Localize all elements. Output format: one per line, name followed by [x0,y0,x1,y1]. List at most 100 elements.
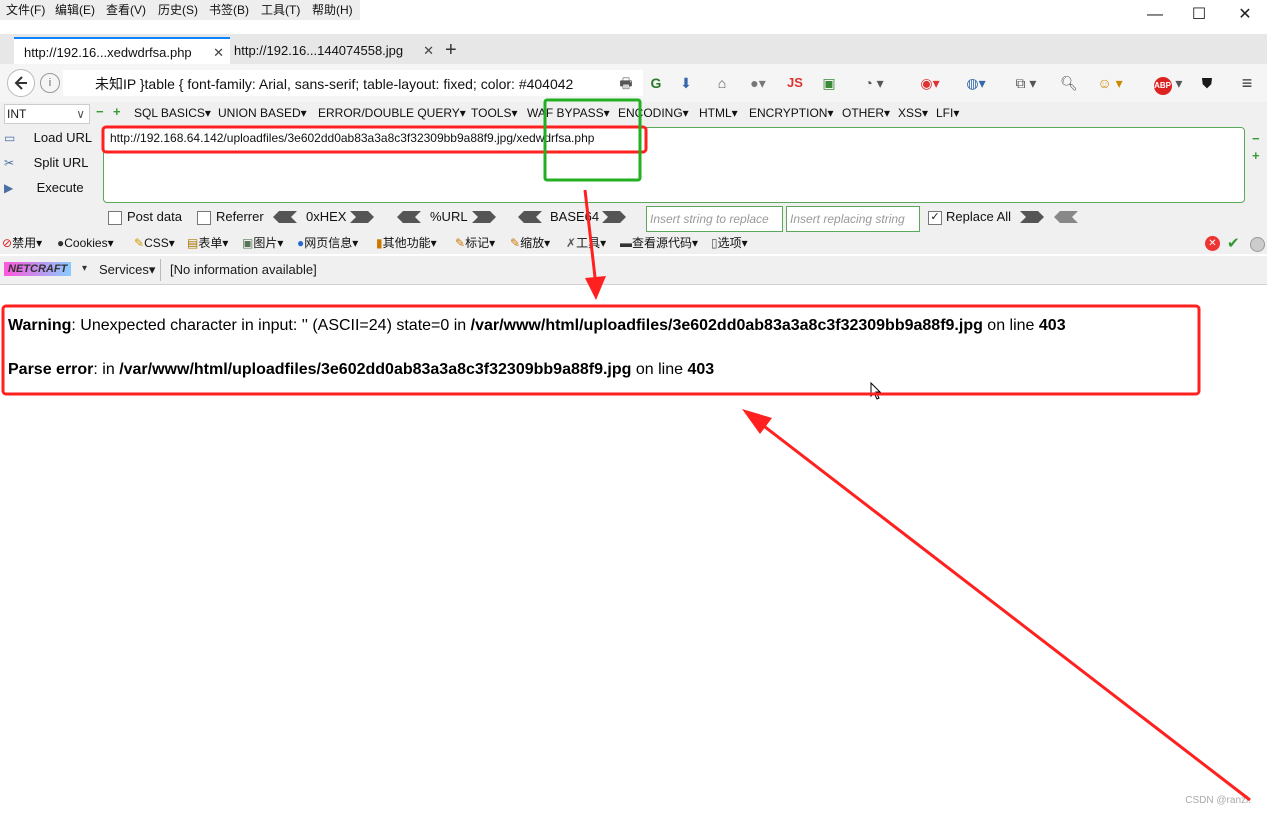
hamburger-menu-icon[interactable]: ≡ [1236,72,1258,94]
globe-icon[interactable]: ●▾ [744,72,772,94]
site-info-icon[interactable]: i [40,73,60,93]
target-icon[interactable]: ◉▾ [914,72,946,94]
referrer-checkbox[interactable] [197,211,211,225]
marker-icon: ✎ [455,236,466,250]
menu-history[interactable]: 历史(S) [158,0,198,20]
menu-waf-bypass[interactable]: WAF BYPASS▾ [527,104,610,122]
ruler-icon: ✎ [510,236,521,250]
gray-status-icon[interactable] [1250,237,1265,252]
wd-resize[interactable]: ✎缩放▾ [510,234,550,252]
netcraft-logo[interactable]: NETCRAFT [4,262,72,276]
wd-cookies[interactable]: ●Cookies▾ [57,234,114,252]
menu-bookmarks[interactable]: 书签(B) [209,0,249,20]
windows-icon[interactable]: ⧉ ▾ [1006,72,1046,94]
menu-file[interactable]: 文件(F) [6,0,45,20]
shield-icon[interactable]: ⛊ [1196,72,1218,94]
options-icon: ▯ [711,236,718,250]
menu-encryption[interactable]: ENCRYPTION▾ [749,104,833,122]
menu-sql-basics[interactable]: SQL BASICS▾ [134,104,211,122]
wd-outline[interactable]: ✎标记▾ [455,234,495,252]
back-button[interactable] [7,69,35,97]
shrink-textarea-icon[interactable]: − [1252,131,1260,146]
menu-edit[interactable]: 编辑(E) [55,0,95,20]
js-icon[interactable]: JS [784,72,806,94]
menu-view[interactable]: 查看(V) [106,0,146,20]
wd-tools[interactable]: ✗工具▾ [566,234,606,252]
watermark: CSDN @ranzi. [1185,795,1251,806]
grow-textarea-icon[interactable]: + [1252,148,1260,163]
tab-title: http://192.16...144074558.jpg [234,43,404,58]
picture-icon: ▣ [242,236,254,250]
execute-button[interactable]: ▶ Execute [4,177,84,199]
wd-disable-label: 禁用▾ [12,236,43,250]
post-data-checkbox[interactable] [108,211,122,225]
form-icon: ▤ [187,236,199,250]
menu-html[interactable]: HTML▾ [699,104,738,122]
minimize-button[interactable]: — [1140,4,1170,26]
play-icon: ▶ [4,181,14,195]
wd-css[interactable]: ✎CSS▾ [134,234,175,252]
replace-all-label: Replace All [946,209,1012,224]
menu-encoding[interactable]: ENCODING▾ [618,104,689,122]
menu-tools-hb[interactable]: TOOLS▾ [471,104,517,122]
tab-inactive[interactable]: http://192.16...144074558.jpg ✕ [224,37,440,64]
wd-misc[interactable]: ▮其他功能▾ [376,234,437,252]
adblock-icon[interactable]: ABP ▾ [1148,72,1188,95]
load-url-button[interactable]: ▭ Load URL [4,127,92,149]
tab-active[interactable]: http://192.16...xedwdrfsa.php ✕ [14,37,230,66]
menu-xss[interactable]: XSS▾ [898,104,928,122]
maximize-button[interactable]: ☐ [1184,4,1214,26]
wrench-icon: ✗ [566,236,577,250]
hex-label: 0xHEX [306,209,347,224]
monkey-icon[interactable]: ☺ ▾ [1090,72,1130,94]
parse-error-path: /var/www/html/uploadfiles/3e602dd0ab83a3… [119,361,632,378]
wd-options-label: 选项▾ [717,236,748,250]
magnifier-icon[interactable]: 🔍︎ [1058,72,1080,94]
wd-disable[interactable]: ⊘禁用▾ [2,234,42,252]
address-bar[interactable]: 未知IP }table { font-family: Arial, sans-s… [63,70,643,96]
hackbar-type-select[interactable]: INT ∨ [4,104,90,124]
download-icon[interactable]: ⬇ [674,72,698,94]
replace-all-checkbox[interactable]: ✓ [928,211,942,225]
netcraft-services[interactable]: Services▾ [99,262,155,278]
warning-on-line: on line [982,317,1039,334]
wd-cookies-label: Cookies▾ [64,236,114,250]
insert-replacing-input[interactable]: Insert replacing string [786,206,920,232]
book-icon: ▮ [376,236,383,250]
wd-resize-label: 缩放▾ [520,236,551,250]
close-tab-icon[interactable]: ✕ [213,39,224,66]
menu-error-double-query[interactable]: ERROR/DOUBLE QUERY▾ [318,104,466,122]
wd-images[interactable]: ▣图片▾ [242,234,283,252]
palette-icon[interactable]: ◔ ▾ [854,72,894,94]
pen-icon: ✎ [134,236,145,250]
expand-icon[interactable]: + [113,104,121,119]
check-status-icon[interactable]: ✔ [1227,234,1240,252]
wd-options[interactable]: ▯选项▾ [711,234,748,252]
image-icon[interactable]: ▣ [818,72,840,94]
menu-union-based[interactable]: UNION BASED▾ [218,104,307,122]
new-tab-button[interactable]: + [445,37,457,63]
printer-icon[interactable]: 🖶 [614,72,638,94]
world-icon[interactable]: ◍▾ [960,72,992,94]
wd-page-info[interactable]: ●网页信息▾ [297,234,358,252]
menu-other[interactable]: OTHER▾ [842,104,890,122]
select-value: INT [7,107,27,121]
menu-lfi[interactable]: LFI▾ [936,104,959,122]
disable-icon: ⊘ [2,236,13,250]
collapse-icon[interactable]: − [96,104,104,119]
parse-line-number: 403 [687,361,715,378]
close-window-button[interactable]: ✕ [1230,4,1260,26]
menu-tools[interactable]: 工具(T) [261,0,300,20]
insert-string-input[interactable]: Insert string to replace [646,206,783,232]
mouse-cursor-icon [870,382,882,400]
menu-help[interactable]: 帮助(H) [312,0,353,20]
close-tab-icon[interactable]: ✕ [423,37,434,64]
home-icon[interactable]: ⌂ [710,72,734,94]
google-icon[interactable]: G [645,72,667,94]
wd-view-source[interactable]: ▬查看源代码▾ [620,234,698,252]
abp-badge: ABP [1153,77,1172,95]
netcraft-dropdown-icon[interactable]: ▾ [82,263,87,274]
wd-forms[interactable]: ▤表单▾ [187,234,228,252]
split-url-button[interactable]: ✂ Split URL [4,152,89,174]
error-status-icon[interactable]: ✕ [1205,236,1220,251]
